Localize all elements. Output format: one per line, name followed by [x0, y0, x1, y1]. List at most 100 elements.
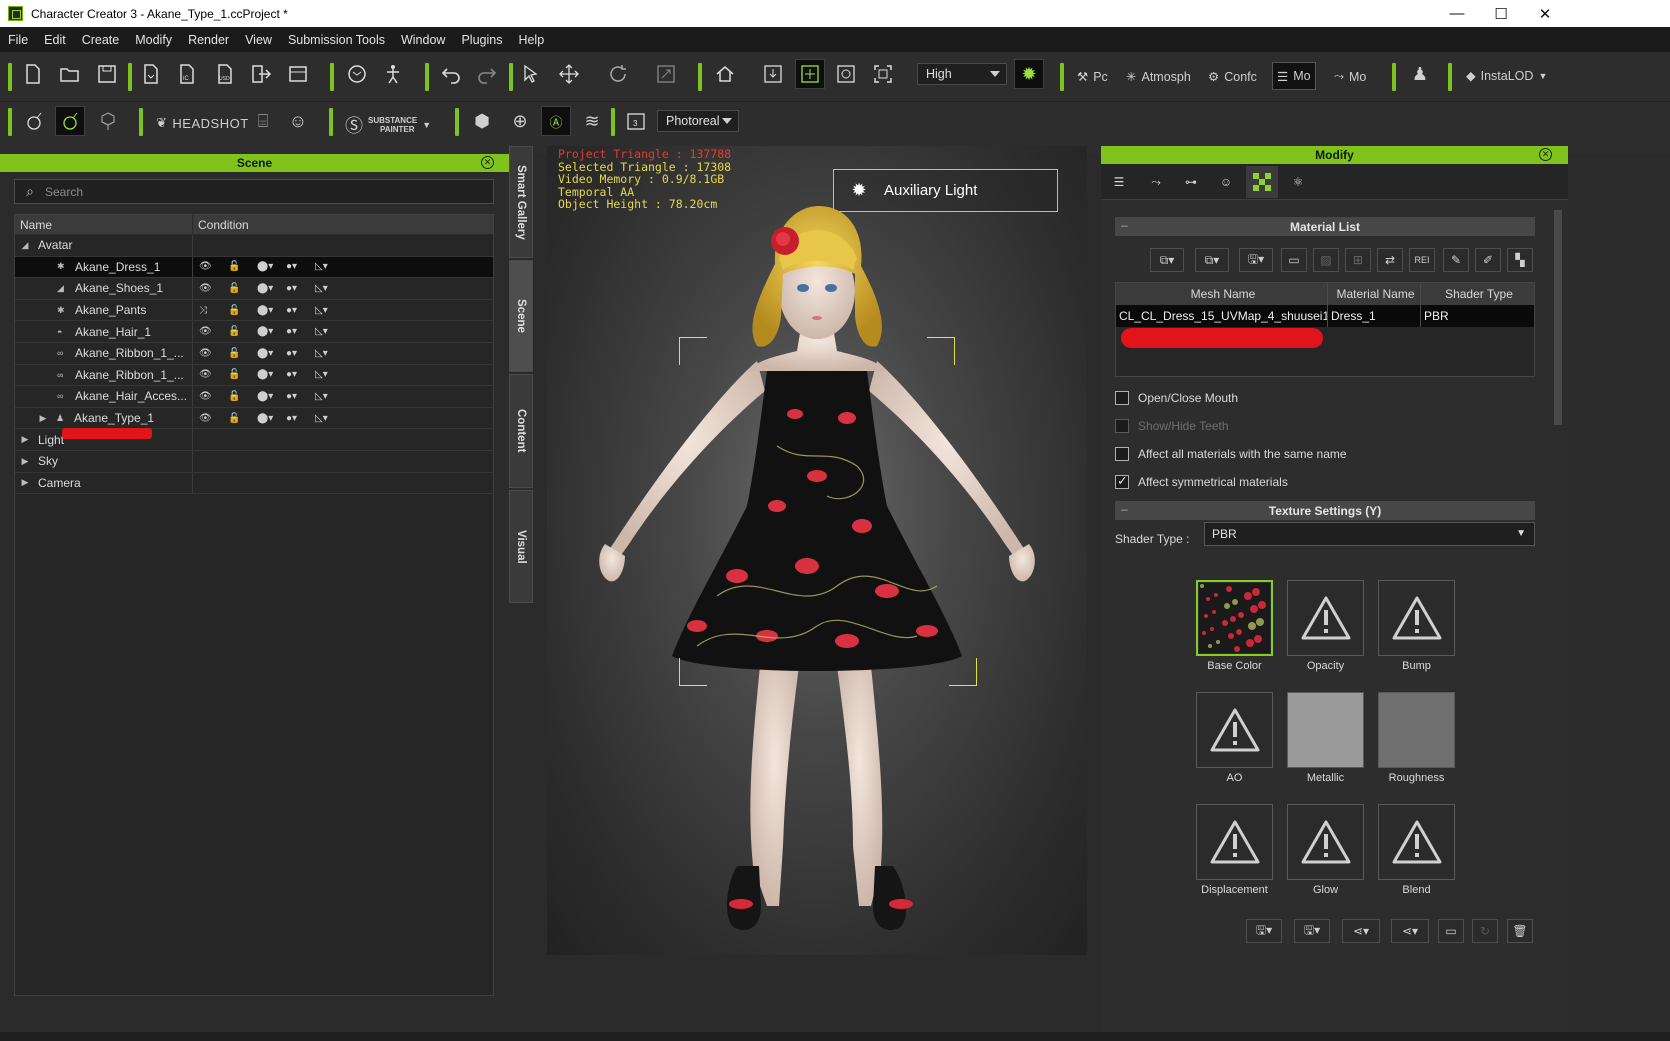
sphere-icon[interactable] [342, 59, 372, 89]
frame-icon[interactable] [868, 59, 898, 89]
trash-icon[interactable]: 🗑 [1507, 919, 1533, 943]
refresh-icon[interactable]: ↻ [1472, 919, 1498, 943]
scene-tree-row[interactable]: ✱ Akane_Pants ⤨ 🔓 ⬤▾ ●▾ ◺▾ [15, 299, 493, 322]
scene-tree-row[interactable]: ∞ Akane_Hair_Acces... 👁 🔓 ⬤▾ ●▾ ◺▾ [15, 386, 493, 408]
modify-scrollbar[interactable] [1554, 210, 1562, 425]
load-material-icon[interactable]: ▭ [1281, 248, 1307, 272]
menu-create[interactable]: Create [74, 33, 128, 47]
shading-icon[interactable]: ●▾ [286, 261, 315, 272]
mesh-display-icon[interactable]: ⬤▾ [257, 369, 286, 380]
visibility-icon[interactable]: 👁 [199, 326, 228, 337]
expand-icon[interactable]: ▶ [19, 477, 31, 488]
head-scan-icon[interactable]: ⌸ [248, 106, 278, 136]
menu-submission-tools[interactable]: Submission Tools [280, 33, 393, 47]
save-material-icon[interactable]: 🖫▾ [1239, 248, 1273, 272]
column-condition[interactable]: Condition [193, 215, 493, 234]
lock-icon[interactable]: 🔓 [228, 305, 257, 316]
import-ic-icon[interactable]: iC [172, 59, 202, 89]
atmosphere-button[interactable]: ✳ Atmosph [1126, 69, 1191, 85]
undo-icon[interactable] [436, 59, 466, 89]
material-copy-icon[interactable]: ⧉▾ [1150, 248, 1184, 272]
save-project-icon[interactable] [92, 59, 122, 89]
lock-icon[interactable]: 🔓 [228, 391, 257, 402]
bone-icon[interactable]: ◺▾ [315, 305, 344, 316]
face-tab-icon[interactable]: ☺ [1210, 166, 1242, 198]
menu-help[interactable]: Help [510, 33, 552, 47]
menu-plugins[interactable]: Plugins [453, 33, 510, 47]
menu-window[interactable]: Window [393, 33, 453, 47]
scene-tree-row[interactable]: ◓ Akane_Hair_1 👁 🔓 ⬤▾ ●▾ ◺▾ [15, 321, 493, 343]
minimize-button[interactable]: — [1434, 0, 1480, 27]
visibility-icon[interactable]: ⤨ [199, 305, 228, 316]
pc-button[interactable]: ⚒ Pc [1077, 69, 1108, 85]
menu-view[interactable]: View [237, 33, 280, 47]
cubes-icon[interactable] [93, 106, 123, 136]
bone-icon[interactable]: ◺▾ [315, 413, 344, 424]
select-icon[interactable] [516, 59, 546, 89]
morph-tab-icon[interactable]: ⊶ [1175, 166, 1207, 198]
material-bake-icon[interactable]: ⬢ [467, 106, 497, 136]
lock-icon[interactable]: 🔓 [228, 326, 257, 337]
export-icon[interactable] [246, 59, 276, 89]
render-mode-dropdown[interactable]: Photoreal [657, 110, 739, 132]
mesh-display-icon[interactable]: ⬤▾ [257, 413, 286, 424]
texture-slot[interactable]: Displacement [1196, 804, 1273, 896]
file-icon[interactable]: ▭ [1438, 919, 1464, 943]
motion-tab-icon[interactable]: ⤳ [1140, 166, 1172, 198]
affect-all-checkbox[interactable]: Affect all materials with the same name [1115, 447, 1347, 461]
menu-file[interactable]: File [0, 33, 36, 47]
col-material-name[interactable]: Material Name [1328, 283, 1421, 305]
affect-symmetrical-checkbox[interactable]: Affect symmetrical materials [1115, 473, 1288, 489]
scene-tree-row[interactable]: ◢ Avatar [15, 235, 493, 257]
texture-slot[interactable]: Glow [1287, 804, 1364, 896]
swap-icon[interactable]: ⇄ [1377, 248, 1403, 272]
scene-tree-row[interactable]: ◢ Akane_Shoes_1 👁 🔓 ⬤▾ ●▾ ◺▾ [15, 278, 493, 300]
shading-icon[interactable]: ●▾ [286, 369, 315, 380]
character-icon[interactable]: ♟ [1405, 59, 1435, 89]
texture-slot[interactable]: Metallic [1287, 692, 1364, 784]
motion-button[interactable]: ⤳ Mo [1334, 69, 1366, 84]
calendar-icon[interactable]: 3 [621, 106, 651, 136]
home-icon[interactable] [710, 59, 740, 89]
scene-tree-row[interactable]: ✱ Akane_Dress_1 👁 🔓 ⬤▾ ●▾ ◺▾ [15, 256, 493, 279]
texture-settings-header[interactable]: – Texture Settings (Y) [1115, 501, 1535, 520]
collapse-icon[interactable]: ◢ [19, 240, 31, 251]
scene-tree-row[interactable]: ▶ ♟ Akane_Type_1 👁 🔓 ⬤▾ ●▾ ◺▾ [15, 407, 493, 430]
material-row[interactable]: CL_CL_Dress_15_UVMap_4_shuusei1 Dress_1 … [1116, 305, 1534, 327]
maximize-button[interactable]: ☐ [1478, 0, 1524, 27]
material-tab-icon[interactable] [1246, 166, 1278, 198]
column-name[interactable]: Name [15, 215, 193, 234]
open-close-mouth-checkbox[interactable]: Open/Close Mouth [1115, 391, 1238, 405]
drop-to-floor-icon[interactable] [758, 59, 788, 89]
material-paste-icon[interactable]: ⧉▾ [1195, 248, 1229, 272]
texture-slot[interactable]: Bump [1378, 580, 1455, 672]
rotate-icon[interactable] [603, 59, 633, 89]
config-button[interactable]: ⚙ Confc [1208, 69, 1257, 85]
shading-icon[interactable]: ●▾ [286, 413, 315, 424]
close-button[interactable]: ✕ [1522, 0, 1568, 27]
bone-icon[interactable]: ◺▾ [315, 283, 344, 294]
auto-icon[interactable]: Ⓐ [541, 106, 571, 136]
mesh-display-icon[interactable]: ⬤▾ [257, 283, 286, 294]
mesh-display-icon[interactable]: ⬤▾ [257, 305, 286, 316]
paint-icon[interactable]: ✐ [1475, 248, 1501, 272]
scene-tree-row[interactable]: ▶ Camera [15, 472, 493, 495]
lock-icon[interactable]: 🔓 [228, 369, 257, 380]
bone-icon[interactable]: ◺▾ [315, 391, 344, 402]
inspect-icon[interactable]: ⊕ [505, 106, 535, 136]
camera-focus-icon[interactable] [831, 59, 861, 89]
attributes-tab-icon[interactable]: ☰ [1103, 166, 1135, 198]
viewport[interactable]: Project Triangle : 137788 Selected Trian… [547, 146, 1087, 955]
shading-icon[interactable]: ●▾ [286, 305, 315, 316]
tab-visual[interactable]: Visual [509, 490, 533, 603]
expand-icon[interactable]: ▶ [19, 434, 31, 445]
visibility-icon[interactable]: 👁 [199, 261, 228, 272]
morph-icon[interactable] [19, 106, 49, 136]
texture-slot[interactable]: Base Color [1196, 580, 1273, 672]
lock-icon[interactable]: 🔓 [228, 413, 257, 424]
texture-slot[interactable]: Roughness [1378, 692, 1455, 784]
pose-icon[interactable] [378, 59, 408, 89]
redo-icon[interactable] [472, 59, 502, 89]
scale-icon[interactable] [651, 59, 681, 89]
adjust-icon[interactable]: ≋ [577, 106, 607, 136]
